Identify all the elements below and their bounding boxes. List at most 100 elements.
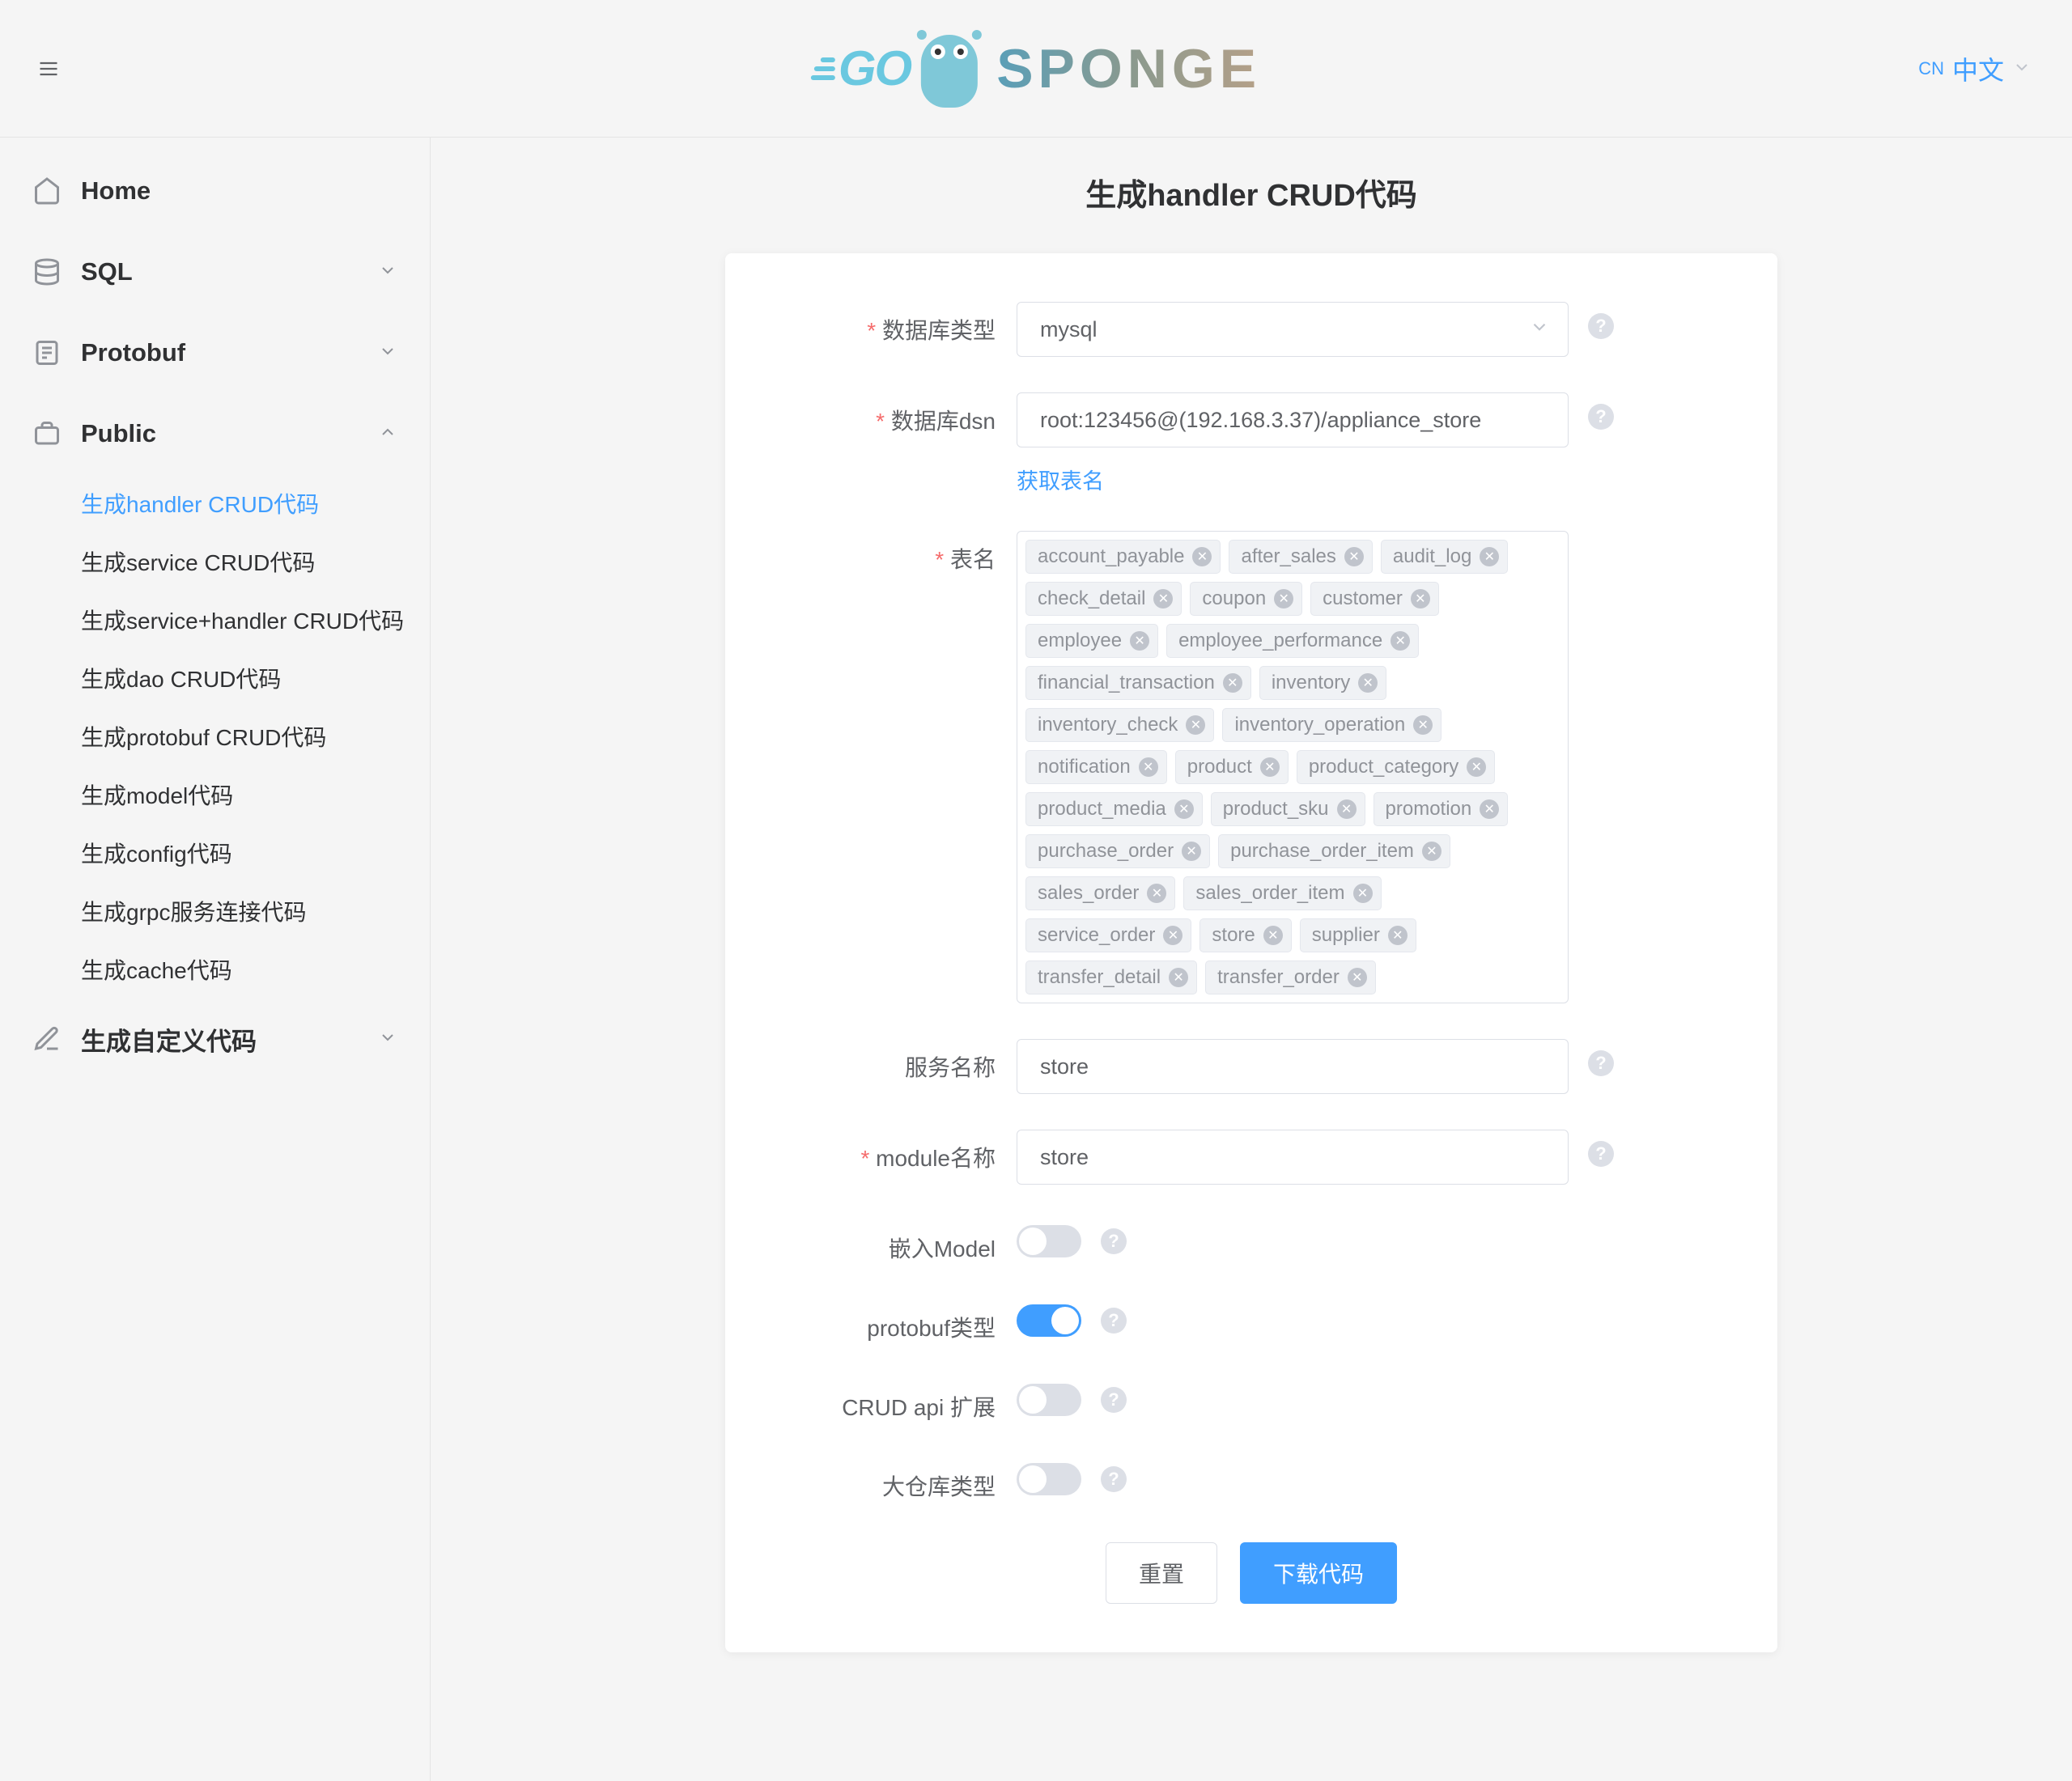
tag-remove-icon[interactable]: ✕: [1337, 799, 1357, 819]
table-tag-label: notification: [1038, 756, 1131, 778]
language-label: 中文: [1952, 50, 2004, 87]
chevron-down-icon: [2012, 57, 2032, 79]
module-name-input-wrap: [1017, 1130, 1569, 1185]
table-tag-label: check_detail: [1038, 587, 1145, 610]
table-tag: sales_order✕: [1025, 876, 1175, 910]
help-icon[interactable]: ?: [1588, 1141, 1614, 1167]
tag-remove-icon[interactable]: ✕: [1260, 757, 1280, 777]
table-tag-label: store: [1212, 924, 1255, 947]
sidebar-subitem[interactable]: 生成grpc服务连接代码: [0, 882, 430, 940]
home-icon: [32, 176, 62, 206]
database-icon: [32, 257, 62, 286]
help-icon[interactable]: ?: [1588, 404, 1614, 430]
sidebar-item-home[interactable]: Home: [0, 151, 430, 231]
embed-model-switch[interactable]: [1017, 1225, 1081, 1257]
reset-button[interactable]: 重置: [1106, 1542, 1217, 1604]
logo-sponge-text: SPONGE: [996, 37, 1261, 100]
tag-remove-icon[interactable]: ✕: [1411, 589, 1430, 609]
table-tag: sales_order_item✕: [1183, 876, 1381, 910]
language-switcher[interactable]: CN 中文: [1918, 50, 2032, 87]
tag-remove-icon[interactable]: ✕: [1192, 547, 1212, 566]
download-button[interactable]: 下载代码: [1240, 1542, 1397, 1604]
tag-remove-icon[interactable]: ✕: [1186, 715, 1205, 735]
table-tag-label: service_order: [1038, 924, 1155, 947]
tag-remove-icon[interactable]: ✕: [1480, 547, 1499, 566]
sidebar-subitem[interactable]: 生成cache代码: [0, 940, 430, 999]
table-multiselect[interactable]: account_payable✕after_sales✕audit_log✕ch…: [1017, 531, 1569, 1003]
tag-remove-icon[interactable]: ✕: [1348, 968, 1367, 987]
tag-remove-icon[interactable]: ✕: [1422, 842, 1441, 861]
help-icon[interactable]: ?: [1101, 1387, 1127, 1413]
sidebar-item-protobuf[interactable]: Protobuf: [0, 312, 430, 393]
fetch-tables-link[interactable]: 获取表名: [1017, 464, 1104, 495]
mono-repo-label: 大仓库类型: [790, 1458, 1017, 1502]
help-icon[interactable]: ?: [1588, 1050, 1614, 1076]
header: GO SPONGE CN 中文: [0, 0, 2072, 138]
table-tag: purchase_order ✕: [1025, 834, 1210, 868]
sidebar-subitem[interactable]: 生成dao CRUD代码: [0, 649, 430, 707]
mono-repo-switch[interactable]: [1017, 1463, 1081, 1495]
table-tag: product_sku ✕: [1211, 792, 1365, 826]
tag-remove-icon[interactable]: ✕: [1353, 884, 1373, 903]
briefcase-icon: [32, 419, 62, 448]
dsn-input-wrap: [1017, 392, 1569, 447]
sidebar-subitem[interactable]: 生成service CRUD代码: [0, 532, 430, 591]
dsn-input[interactable]: [1040, 408, 1545, 433]
help-icon[interactable]: ?: [1101, 1308, 1127, 1334]
sidebar-subitem[interactable]: 生成protobuf CRUD代码: [0, 707, 430, 765]
table-label: 表名: [790, 531, 1017, 575]
service-name-input[interactable]: [1040, 1054, 1545, 1079]
sidebar-subitem[interactable]: 生成service+handler CRUD代码: [0, 591, 430, 649]
table-tag-label: audit_log: [1393, 545, 1471, 568]
tag-remove-icon[interactable]: ✕: [1344, 547, 1364, 566]
tag-remove-icon[interactable]: ✕: [1388, 926, 1408, 945]
sidebar-item-public[interactable]: Public: [0, 393, 430, 474]
tag-remove-icon[interactable]: ✕: [1413, 715, 1433, 735]
table-tag: product✕: [1175, 750, 1289, 784]
tag-remove-icon[interactable]: ✕: [1391, 631, 1410, 651]
table-tag-label: account_payable: [1038, 545, 1184, 568]
sidebar-subitem[interactable]: 生成handler CRUD代码: [0, 474, 430, 532]
table-tag-label: inventory: [1272, 672, 1350, 694]
table-tag: employee ✕: [1025, 624, 1158, 658]
protobuf-type-switch[interactable]: [1017, 1304, 1081, 1337]
tag-remove-icon[interactable]: ✕: [1223, 673, 1242, 693]
edit-icon: [32, 1024, 62, 1054]
table-tag-label: inventory_operation: [1234, 714, 1405, 736]
db-type-select[interactable]: mysql: [1017, 302, 1569, 357]
main-content: 生成handler CRUD代码 数据库类型 mysql ? 数据库dsn: [431, 138, 2072, 1781]
tag-remove-icon[interactable]: ✕: [1263, 926, 1283, 945]
table-tag-label: promotion: [1386, 798, 1472, 821]
table-tag-label: purchase_order: [1038, 840, 1174, 863]
module-name-input[interactable]: [1040, 1145, 1545, 1170]
tag-remove-icon[interactable]: ✕: [1480, 799, 1499, 819]
help-icon[interactable]: ?: [1101, 1466, 1127, 1492]
sidebar-item-custom[interactable]: 生成自定义代码: [0, 999, 430, 1079]
service-name-label: 服务名称: [790, 1039, 1017, 1083]
table-tag-label: product_category: [1309, 756, 1458, 778]
crud-api-switch[interactable]: [1017, 1384, 1081, 1416]
table-tag-label: product_sku: [1223, 798, 1329, 821]
tag-remove-icon[interactable]: ✕: [1139, 757, 1158, 777]
table-tag: promotion ✕: [1374, 792, 1509, 826]
table-tag-label: employee: [1038, 630, 1122, 652]
tag-remove-icon[interactable]: ✕: [1274, 589, 1293, 609]
tag-remove-icon[interactable]: ✕: [1147, 884, 1166, 903]
tag-remove-icon[interactable]: ✕: [1182, 842, 1201, 861]
page-title: 生成handler CRUD代码: [431, 170, 2072, 214]
table-tag: transfer_order✕: [1205, 960, 1376, 994]
crud-api-label: CRUD api 扩展: [790, 1379, 1017, 1423]
sidebar-subitem[interactable]: 生成config代码: [0, 824, 430, 882]
tag-remove-icon[interactable]: ✕: [1174, 799, 1194, 819]
tag-remove-icon[interactable]: ✕: [1358, 673, 1378, 693]
help-icon[interactable]: ?: [1101, 1228, 1127, 1254]
tag-remove-icon[interactable]: ✕: [1467, 757, 1486, 777]
sidebar-item-sql[interactable]: SQL: [0, 231, 430, 312]
sidebar-toggle[interactable]: [32, 53, 65, 85]
tag-remove-icon[interactable]: ✕: [1153, 589, 1173, 609]
tag-remove-icon[interactable]: ✕: [1163, 926, 1182, 945]
sidebar-subitem[interactable]: 生成model代码: [0, 765, 430, 824]
help-icon[interactable]: ?: [1588, 313, 1614, 339]
tag-remove-icon[interactable]: ✕: [1169, 968, 1188, 987]
tag-remove-icon[interactable]: ✕: [1130, 631, 1149, 651]
